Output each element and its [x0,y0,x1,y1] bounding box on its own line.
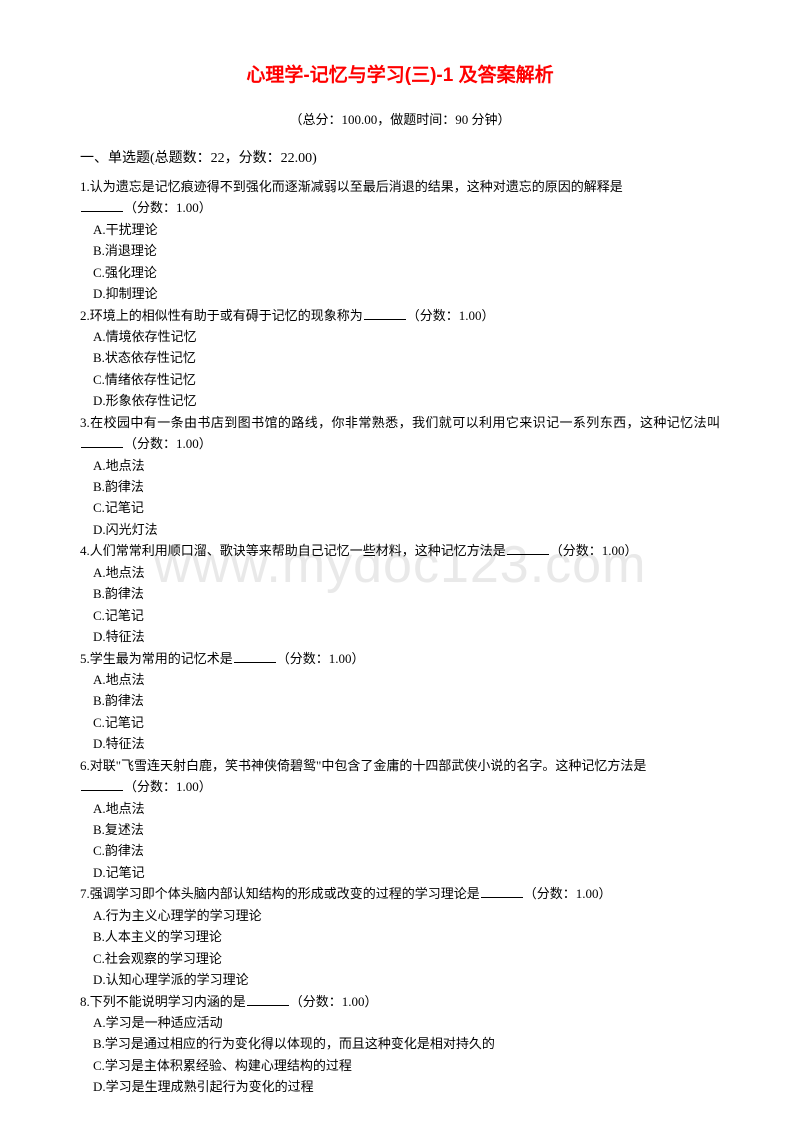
choice: B.消退理论 [80,240,720,261]
question: 4.人们常常利用顺口溜、歌诀等来帮助自己记忆一些材料，这种记忆方法是 （分数：1.… [80,540,720,647]
question: 2.环境上的相似性有助于或有碍于记忆的现象称为 （分数：1.00） A.情境依存性… [80,305,720,412]
choice: D.记笔记 [80,862,720,883]
choice: D.闪光灯法 [80,519,720,540]
question: 5.学生最为常用的记忆术是 （分数：1.00） A.地点法 B.韵律法 C.记笔记… [80,648,720,755]
question-number: 2. [80,308,90,323]
question-text: 对联"飞雪连天射白鹿，笑书神侠倚碧鸳"中包含了金庸的十四部武侠小说的名字。这种记… [90,758,647,773]
question: 8.下列不能说明学习内涵的是 （分数：1.00） A.学习是一种适应活动 B.学习… [80,991,720,1098]
choice: B.状态依存性记忆 [80,347,720,368]
question-tail: （分数：1.00） [80,776,720,797]
choice: D.认知心理学派的学习理论 [80,969,720,990]
choice: C.记笔记 [80,497,720,518]
choice: C.情绪依存性记忆 [80,369,720,390]
choice: A.学习是一种适应活动 [80,1012,720,1033]
question-stem: 6.对联"飞雪连天射白鹿，笑书神侠倚碧鸳"中包含了金庸的十四部武侠小说的名字。这… [80,755,720,776]
question-text: 在校园中有一条由书店到图书馆的路线，你非常熟悉，我们就可以利用它来识记一系列东西… [90,415,720,430]
question-text: 认为遗忘是记忆痕迹得不到强化而逐渐减弱以至最后消退的结果，这种对遗忘的原因的解释… [90,179,623,194]
choice: B.韵律法 [80,583,720,604]
choice: D.抑制理论 [80,283,720,304]
blank [507,543,549,555]
question-text: 环境上的相似性有助于或有碍于记忆的现象称为 [90,308,363,323]
choice: B.复述法 [80,819,720,840]
choice: A.地点法 [80,562,720,583]
question-stem: 3.在校园中有一条由书店到图书馆的路线，你非常熟悉，我们就可以利用它来识记一系列… [80,412,720,455]
blank [81,200,123,212]
choice: C.韵律法 [80,840,720,861]
choice: B.韵律法 [80,690,720,711]
question-stem: 5.学生最为常用的记忆术是 （分数：1.00） [80,648,720,669]
page-content: 心理学-记忆与学习(三)-1 及答案解析 （总分：100.00，做题时间：90 … [80,60,720,1098]
question-stem: 4.人们常常利用顺口溜、歌诀等来帮助自己记忆一些材料，这种记忆方法是 （分数：1.… [80,540,720,561]
question-stem: 1.认为遗忘是记忆痕迹得不到强化而逐渐减弱以至最后消退的结果，这种对遗忘的原因的… [80,176,720,197]
question-tail: （分数：1.00） [80,197,720,218]
question-number: 7. [80,886,90,901]
page-title: 心理学-记忆与学习(三)-1 及答案解析 [80,60,720,91]
blank [81,436,123,448]
choice: C.社会观察的学习理论 [80,948,720,969]
question-text: 学生最为常用的记忆术是 [90,651,233,666]
question: 7.强调学习即个体头脑内部认知结构的形成或改变的过程的学习理论是 （分数：1.00… [80,883,720,990]
blank [234,650,276,662]
choice: C.学习是主体积累经验、构建心理结构的过程 [80,1055,720,1076]
choice: C.强化理论 [80,262,720,283]
question-text: 人们常常利用顺口溜、歌诀等来帮助自己记忆一些材料，这种记忆方法是 [90,543,506,558]
choice: A.情境依存性记忆 [80,326,720,347]
section-heading: 一、单选题(总题数：22，分数：22.00) [80,147,720,170]
score-label: （分数：1.00） [124,436,212,451]
question: 6.对联"飞雪连天射白鹿，笑书神侠倚碧鸳"中包含了金庸的十四部武侠小说的名字。这… [80,755,720,884]
blank [247,993,289,1005]
blank [81,779,123,791]
score-label: （分数：1.00） [290,994,378,1009]
choice: B.人本主义的学习理论 [80,926,720,947]
score-label: （分数：1.00） [277,651,365,666]
question-number: 1. [80,179,90,194]
question-number: 6. [80,758,90,773]
question-text: 强调学习即个体头脑内部认知结构的形成或改变的过程的学习理论是 [90,886,480,901]
choice: C.记笔记 [80,712,720,733]
question-number: 8. [80,994,90,1009]
choice: D.特征法 [80,626,720,647]
score-label: （分数：1.00） [124,200,212,215]
choice: D.学习是生理成熟引起行为变化的过程 [80,1076,720,1097]
blank [481,886,523,898]
exam-meta: （总分：100.00，做题时间：90 分钟） [80,109,720,130]
question-stem: 8.下列不能说明学习内涵的是 （分数：1.00） [80,991,720,1012]
question: 3.在校园中有一条由书店到图书馆的路线，你非常熟悉，我们就可以利用它来识记一系列… [80,412,720,541]
score-label: （分数：1.00） [407,308,495,323]
choice: A.地点法 [80,798,720,819]
question-stem: 7.强调学习即个体头脑内部认知结构的形成或改变的过程的学习理论是 （分数：1.00… [80,883,720,904]
question-number: 3. [80,415,90,430]
choice: B.韵律法 [80,476,720,497]
score-label: （分数：1.00） [524,886,612,901]
choice: A.行为主义心理学的学习理论 [80,905,720,926]
choice: A.地点法 [80,669,720,690]
blank [364,307,406,319]
choice: A.地点法 [80,455,720,476]
question-text: 下列不能说明学习内涵的是 [90,994,246,1009]
choice: D.形象依存性记忆 [80,390,720,411]
question-number: 5. [80,651,90,666]
question: 1.认为遗忘是记忆痕迹得不到强化而逐渐减弱以至最后消退的结果，这种对遗忘的原因的… [80,176,720,305]
score-label: （分数：1.00） [124,779,212,794]
choice: B.学习是通过相应的行为变化得以体现的，而且这种变化是相对持久的 [80,1033,720,1054]
question-number: 4. [80,543,90,558]
question-stem: 2.环境上的相似性有助于或有碍于记忆的现象称为 （分数：1.00） [80,305,720,326]
choice: A.干扰理论 [80,219,720,240]
choice: C.记笔记 [80,605,720,626]
choice: D.特征法 [80,733,720,754]
score-label: （分数：1.00） [550,543,638,558]
